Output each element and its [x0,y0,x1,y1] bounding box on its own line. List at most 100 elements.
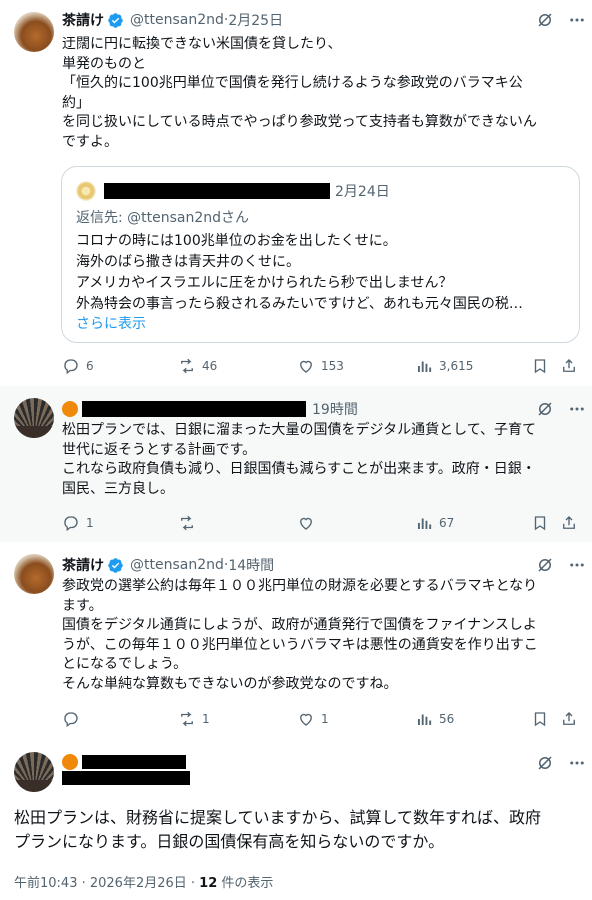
views-count: 67 [439,516,455,530]
views-count: 56 [439,712,455,726]
reply-button[interactable]: 6 [62,355,94,377]
like-button[interactable] [297,512,321,534]
views-icon [418,518,432,529]
verified-badge-icon [108,557,123,573]
org-badge-icon [62,401,78,417]
post-header [62,752,186,772]
user-handle[interactable]: @ttensan2nd [130,557,224,573]
action-bar: 1 67 [0,512,592,534]
post-timestamp[interactable]: 午前10:43 · 2026年2月26日 · [14,876,199,891]
more-options-icon[interactable] [566,9,588,31]
views-count: 3,615 [439,359,474,373]
quote-date: 2月24日 [335,184,390,200]
views-button[interactable]: 3,615 [415,355,473,377]
share-icon [563,712,575,725]
heart-icon [300,360,312,373]
grok-icon[interactable] [534,554,556,576]
action-bar: 1 1 56 [0,708,592,730]
bookmark-button[interactable] [531,355,549,377]
post-header: 19時間 [62,399,358,419]
reply-icon [64,516,78,532]
reply-count: 1 [86,516,94,530]
post-text: 松田プランでは、日銀に溜まった大量の国債をデジタル通貨として、子育て 世代に返そ… [62,422,537,497]
views-button[interactable]: 56 [415,708,454,730]
display-name[interactable]: 茶請け [62,555,104,575]
views-icon [418,361,432,372]
verified-badge-icon [108,12,123,28]
post-text: 松田プランは、財務省に提案していますから、試算して数年すれば、政府 プランになり… [14,808,542,851]
repost-count: 46 [202,359,218,373]
like-button[interactable]: 153 [297,355,344,377]
more-options-icon[interactable] [566,554,588,576]
repost-icon [181,358,193,374]
heart-icon [300,713,312,726]
views-label: 件の表示 [217,876,274,891]
bookmark-button[interactable] [531,512,549,534]
repost-icon [181,515,193,531]
post-text: 迂闊に円に転換できない米国債を貸したり、 単発のものと 「恒久的に100兆円単位… [62,36,537,150]
post-text: 参政党の選挙公約は毎年１００兆円単位の財源を必要とするバラマキとなり ます。 国… [62,578,538,692]
post-date[interactable]: 19時間 [312,399,358,419]
redacted-handle [62,771,190,785]
post-top-actions [534,9,588,31]
bookmark-icon [534,712,546,727]
views-total: 12 [199,876,218,891]
like-count: 1 [321,712,329,726]
post-date[interactable]: 14時間 [228,555,274,575]
reply-icon [64,712,78,728]
post-2: 19時間 松田プランでは、日銀に溜まった大量の国債をデジタル通貨として、子育て … [0,386,592,542]
redacted-name [82,401,306,417]
bookmark-icon [534,516,546,531]
quoted-post[interactable]: 2月24日 返信先: @ttensan2ndさん コロナの時には100兆単位のお… [61,166,580,343]
share-icon [563,516,575,529]
repost-button[interactable]: 46 [178,355,217,377]
repost-count: 1 [202,712,210,726]
grok-icon[interactable] [534,752,556,774]
reply-count: 6 [86,359,94,373]
show-more-link[interactable]: さらに表示 [76,313,146,333]
post-top-actions [534,752,588,774]
quote-reply-to: 返信先: @ttensan2ndさん [76,210,250,226]
post-header: 茶請け @ttensan2nd · 2月25日 [62,10,283,30]
post-1: 茶請け @ttensan2nd · 2月25日 迂闊に円に転換できない米国債を貸… [0,0,592,386]
grok-icon[interactable] [534,398,556,420]
share-icon [563,359,575,372]
views-icon [418,714,432,725]
redacted-name [104,183,330,199]
post-top-actions [534,554,588,576]
post-3: 茶請け @ttensan2nd · 14時間 参政党の選挙公約は毎年１００兆円単… [0,542,592,738]
grok-icon[interactable] [534,9,556,31]
quote-text: コロナの時には100兆単位のお金を出したくせに。 海外のばら撒きは青天井のくせに… [76,233,523,312]
post-date[interactable]: 2月25日 [228,10,283,30]
like-button[interactable]: 1 [297,708,329,730]
views-button[interactable]: 67 [415,512,454,534]
bookmark-button[interactable] [531,708,549,730]
post-meta: 午前10:43 · 2026年2月26日 · 12 件の表示 [14,872,273,891]
heart-icon [300,517,312,530]
reply-button[interactable]: 1 [62,512,94,534]
like-count: 153 [321,359,344,373]
reply-icon [64,359,78,375]
repost-button[interactable] [178,512,202,534]
repost-button[interactable]: 1 [178,708,210,730]
more-options-icon[interactable] [566,398,588,420]
share-button[interactable] [560,355,578,377]
display-name[interactable]: 茶請け [62,10,104,30]
post-top-actions [534,398,588,420]
more-options-icon[interactable] [566,752,588,774]
avatar[interactable] [14,752,54,792]
bookmark-icon [534,359,546,374]
share-button[interactable] [560,708,578,730]
org-badge-icon [62,754,78,770]
avatar[interactable] [14,398,54,438]
post-header: 茶請け @ttensan2nd · 14時間 [62,555,274,575]
reply-button[interactable] [62,708,86,730]
action-bar: 6 46 153 3,615 [0,355,592,377]
redacted-name [82,755,186,769]
quote-avatar [76,181,96,201]
user-handle[interactable]: @ttensan2nd [130,12,224,28]
avatar[interactable] [14,12,54,52]
share-button[interactable] [560,512,578,534]
avatar[interactable] [14,554,54,594]
repost-icon [181,711,193,727]
